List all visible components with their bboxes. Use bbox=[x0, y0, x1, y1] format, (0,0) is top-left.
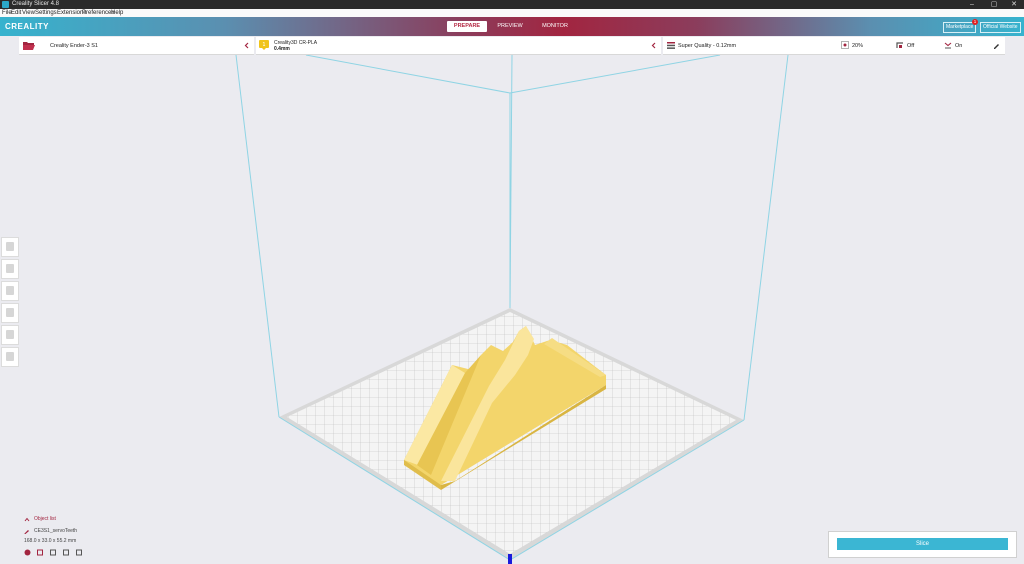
marketplace-button[interactable]: Marketplace bbox=[943, 22, 977, 33]
official-website-button[interactable]: Official Website bbox=[980, 22, 1021, 33]
per-model-settings-icon bbox=[6, 330, 14, 339]
support-value: Off bbox=[907, 43, 915, 49]
nozzle-size: 0.4mm bbox=[274, 46, 290, 52]
chevron-up-icon[interactable] bbox=[24, 517, 30, 522]
side-tool-panel bbox=[1, 237, 19, 369]
menu-help[interactable]: Help bbox=[111, 10, 123, 16]
per-model-settings-button[interactable] bbox=[1, 325, 19, 345]
3d-viewport[interactable] bbox=[0, 55, 1024, 564]
extruder-icon: 1 bbox=[259, 40, 269, 50]
menu-view[interactable]: View bbox=[22, 10, 35, 16]
tab-preview[interactable]: PREVIEW bbox=[489, 21, 531, 32]
close-button[interactable]: ✕ bbox=[1004, 0, 1024, 9]
infill-value: 20% bbox=[852, 43, 864, 49]
scale-icon bbox=[6, 264, 14, 273]
quality-profile: Super Quality - 0.12mm bbox=[678, 43, 737, 49]
window-titlebar: Creality Slicer 4.8 – ▢ ✕ bbox=[0, 0, 1024, 9]
move-icon bbox=[6, 242, 14, 251]
slice-panel: Slice bbox=[828, 531, 1017, 558]
notification-badge: 1 bbox=[972, 19, 978, 25]
mirror-icon bbox=[6, 308, 14, 317]
window-title: Creality Slicer 4.8 bbox=[12, 1, 60, 7]
object-file-name: CE3S1_servoTeeth bbox=[34, 528, 78, 534]
support-icon bbox=[896, 42, 903, 48]
object-dimensions: 168.0 x 33.0 x 55.2 mm bbox=[24, 538, 77, 544]
tab-prepare[interactable]: PREPARE bbox=[447, 21, 487, 32]
object-list-toggle[interactable]: Object list bbox=[34, 516, 56, 522]
tab-monitor[interactable]: MONITOR bbox=[533, 21, 577, 32]
printer-selector[interactable]: Creality Ender-3 S1 bbox=[19, 37, 254, 55]
menu-preferences[interactable]: Preferences bbox=[82, 10, 114, 16]
view-front-icon[interactable] bbox=[37, 549, 44, 556]
menu-edit[interactable]: Edit bbox=[11, 10, 21, 16]
mirror-tool-button[interactable] bbox=[1, 303, 19, 323]
view-3d-icon[interactable] bbox=[24, 549, 31, 556]
slice-button[interactable]: Slice bbox=[837, 538, 1008, 550]
move-tool-button[interactable] bbox=[1, 237, 19, 257]
view-top-icon[interactable] bbox=[50, 549, 57, 556]
minimize-button[interactable]: – bbox=[962, 0, 982, 9]
view-buttons bbox=[24, 549, 94, 557]
app-icon bbox=[2, 1, 9, 8]
rotate-icon bbox=[6, 286, 14, 295]
z-axis-indicator bbox=[508, 554, 512, 564]
view-left-icon[interactable] bbox=[63, 549, 70, 556]
infill-icon bbox=[841, 41, 849, 49]
menu-settings[interactable]: Settings bbox=[35, 10, 57, 16]
rotate-tool-button[interactable] bbox=[1, 281, 19, 301]
support-blocker-icon bbox=[6, 352, 14, 361]
chevron-left-icon[interactable] bbox=[651, 42, 657, 49]
adhesion-value: On bbox=[955, 43, 963, 49]
printer-name: Creality Ender-3 S1 bbox=[50, 43, 98, 49]
svg-text:1: 1 bbox=[262, 42, 265, 48]
material-selector[interactable]: 1 Creality3D CR-PLA 0.4mm bbox=[256, 37, 661, 55]
view-right-icon[interactable] bbox=[76, 549, 83, 556]
edit-pencil-icon[interactable] bbox=[993, 42, 1000, 49]
scale-tool-button[interactable] bbox=[1, 259, 19, 279]
support-blocker-button[interactable] bbox=[1, 347, 19, 367]
folder-open-icon[interactable] bbox=[22, 40, 36, 51]
creality-logo: CREALITY bbox=[5, 22, 49, 31]
edit-pencil-icon[interactable] bbox=[24, 528, 30, 534]
maximize-button[interactable]: ▢ bbox=[984, 0, 1004, 9]
stage-header: CREALITY PREPARE PREVIEW MONITOR Marketp… bbox=[0, 17, 1024, 36]
chevron-left-icon[interactable] bbox=[244, 42, 250, 49]
print-settings-selector[interactable]: Super Quality - 0.12mm 20% Off On bbox=[663, 37, 1005, 55]
adhesion-icon bbox=[944, 42, 952, 49]
quality-icon bbox=[667, 42, 675, 49]
